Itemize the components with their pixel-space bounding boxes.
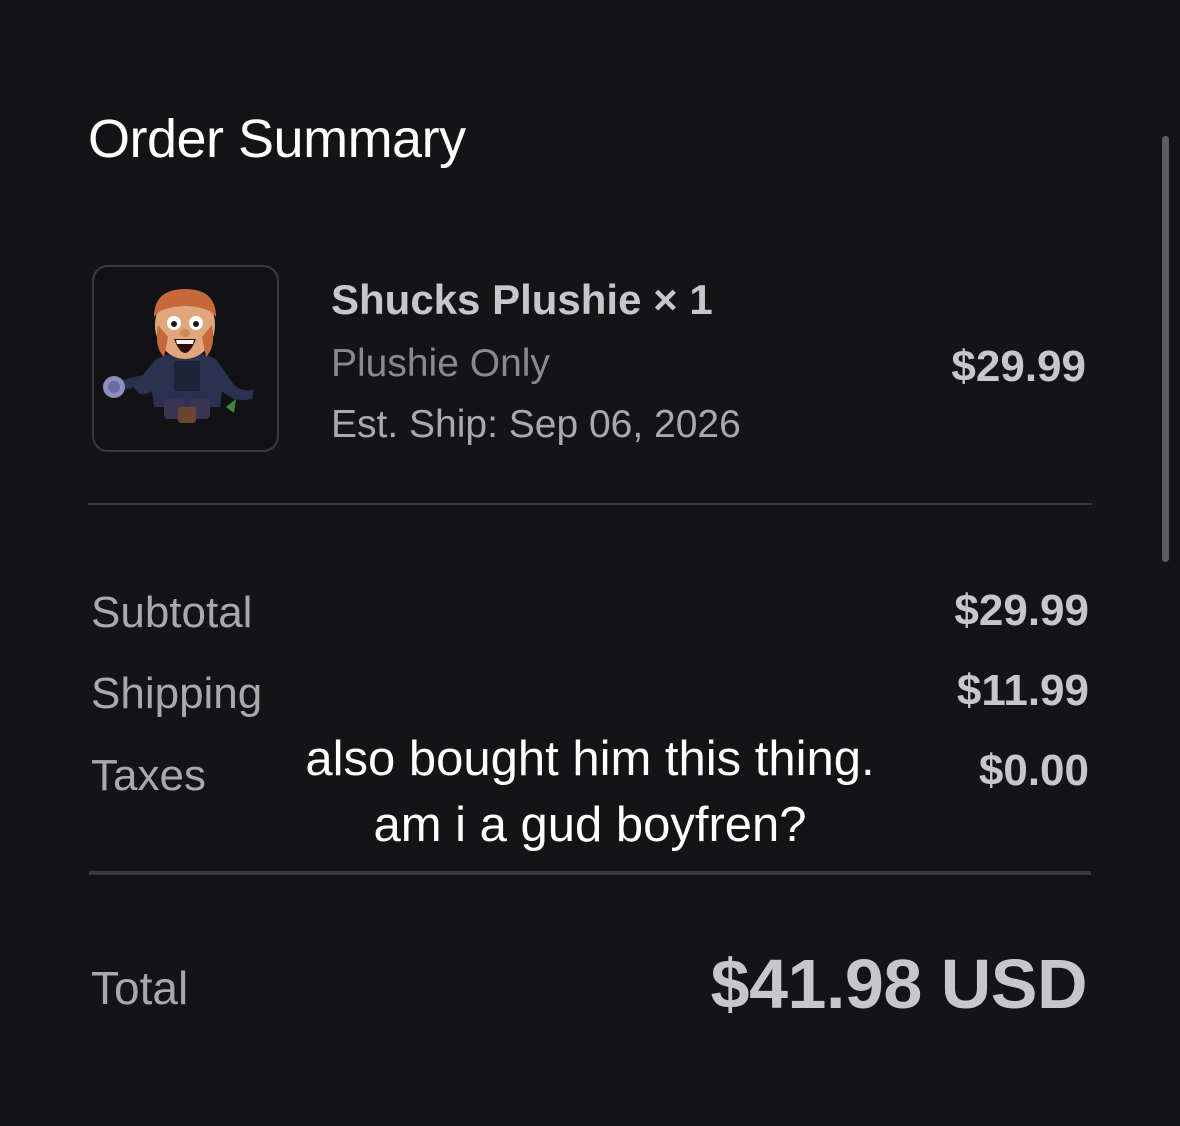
taxes-value: $0.00 [978, 746, 1089, 795]
caption-line-2: am i a gud boyfren? [373, 798, 807, 852]
item-price: $29.99 [951, 342, 1086, 391]
shipping-label: Shipping [91, 669, 263, 718]
caption-line-1: also bought him this thing. [305, 732, 875, 786]
divider [89, 871, 1091, 875]
subtotal-value: $29.99 [954, 586, 1089, 635]
shipping-value: $11.99 [956, 666, 1089, 715]
scrollbar[interactable] [1162, 136, 1169, 562]
subtotal-label: Subtotal [91, 588, 253, 637]
plushie-thumbnail-icon [103, 289, 254, 423]
overlay-caption: also bought him this thing. am i a gud b… [236, 726, 944, 858]
taxes-label: Taxes [91, 751, 206, 800]
divider [88, 503, 1092, 505]
total-value: $41.98 USD [710, 945, 1088, 1023]
product-thumbnail [92, 265, 279, 452]
total-label: Total [91, 962, 189, 1014]
page-title: Order Summary [88, 109, 466, 169]
item-name: Shucks Plushie × 1 [331, 276, 713, 323]
item-variant: Plushie Only [331, 342, 550, 385]
item-ship-date: Est. Ship: Sep 06, 2026 [331, 403, 741, 446]
